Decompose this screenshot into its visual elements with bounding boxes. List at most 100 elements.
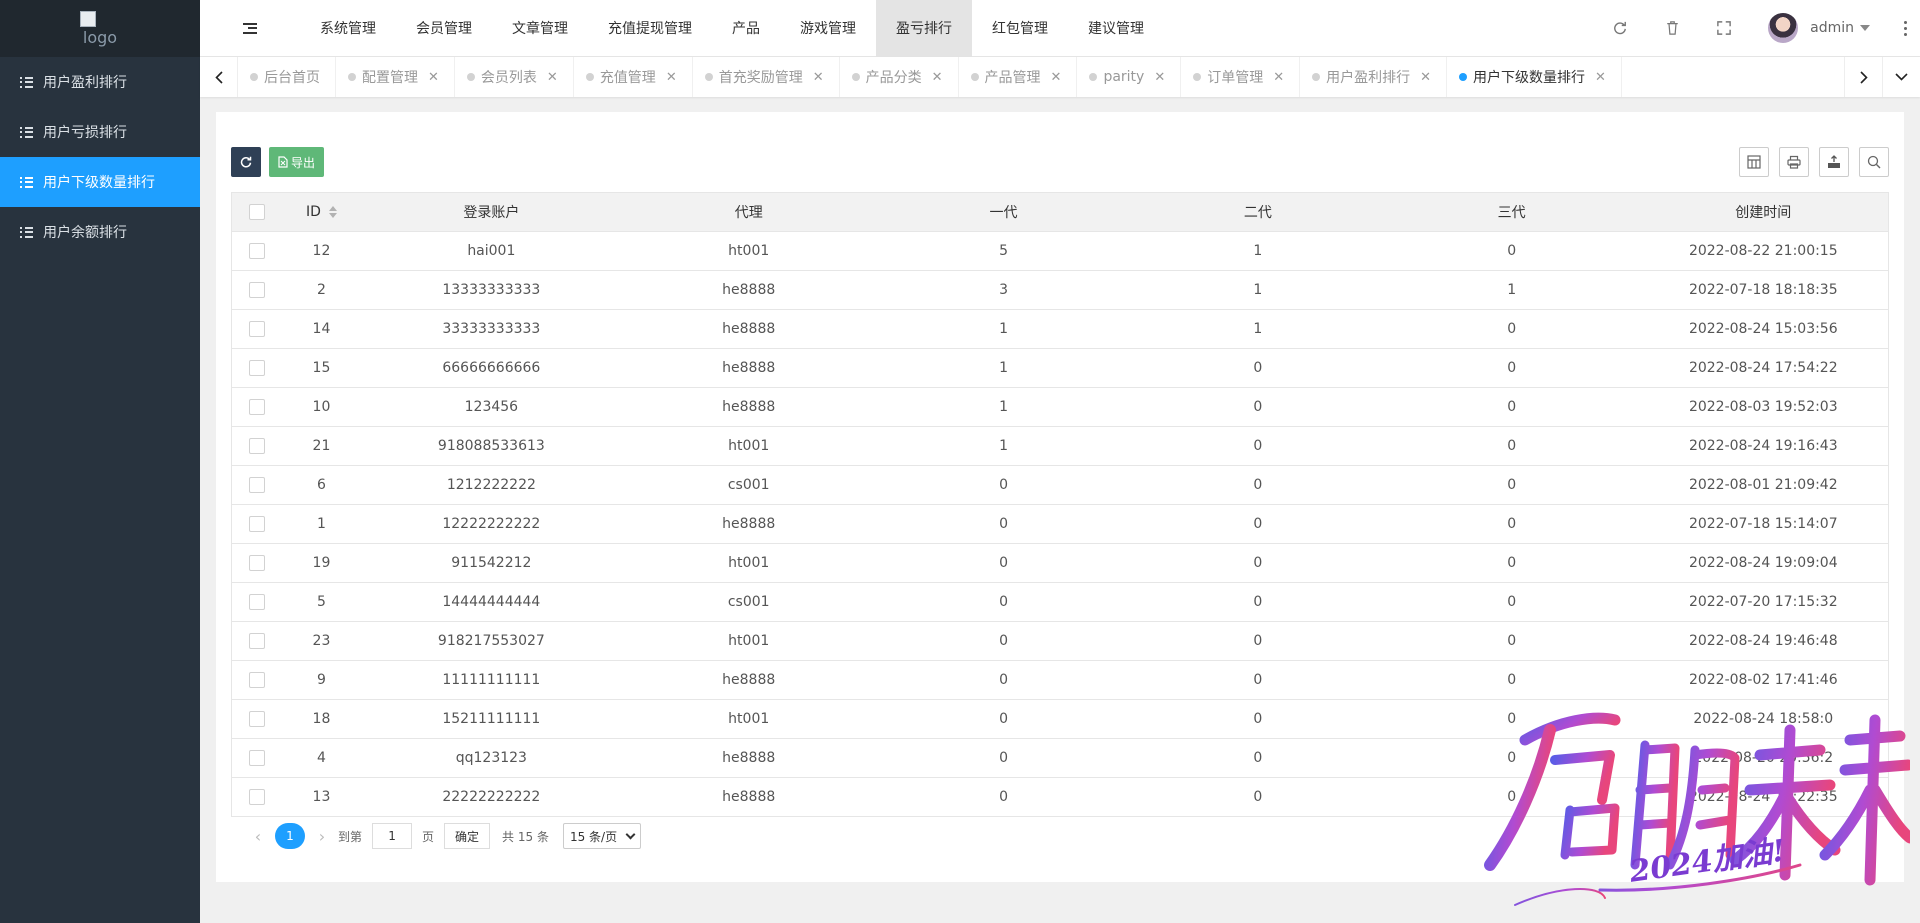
sidebar-item-1[interactable]: 用户盈利排行 <box>0 57 200 107</box>
export-icon[interactable] <box>1819 147 1849 177</box>
user-menu[interactable]: admin <box>1750 13 1890 43</box>
table-row[interactable]: 13 22222222222 he8888 0 0 0 2022-08-24 15:22:3… <box>231 777 1889 817</box>
tab-9[interactable]: 订单管理 ✕ <box>1181 57 1301 97</box>
close-icon[interactable]: ✕ <box>428 70 439 85</box>
page-size-select[interactable]: 15 条/页 <box>562 823 642 849</box>
table-row[interactable]: 10 123456 he8888 1 0 0 2022-08-03 19:52:03 <box>231 387 1889 427</box>
nav-item[interactable]: 会员管理 <box>396 0 492 57</box>
row-checkbox[interactable] <box>248 360 265 376</box>
close-icon[interactable]: ✕ <box>547 70 558 85</box>
nav-item[interactable]: 文章管理 <box>492 0 588 57</box>
row-checkbox[interactable] <box>248 672 265 688</box>
goto-confirm-button[interactable]: 确定 <box>444 823 491 849</box>
print-icon[interactable] <box>1779 147 1809 177</box>
sidebar-item-4[interactable]: 用户余额排行 <box>0 207 200 257</box>
table-cell: he8888 <box>621 270 877 310</box>
row-checkbox[interactable] <box>248 399 265 415</box>
close-icon[interactable]: ✕ <box>1595 70 1606 85</box>
tabs-scroll-left-icon[interactable] <box>200 57 238 97</box>
nav-item[interactable]: 充值提现管理 <box>588 0 712 57</box>
table-cell: 1 <box>876 426 1131 466</box>
row-checkbox[interactable] <box>248 438 265 454</box>
tab-4[interactable]: 充值管理 ✕ <box>574 57 693 97</box>
current-page[interactable]: 1 <box>275 823 305 849</box>
row-checkbox[interactable] <box>248 516 265 532</box>
row-checkbox[interactable] <box>248 282 265 298</box>
nav-item[interactable]: 游戏管理 <box>780 0 876 57</box>
tab-1[interactable]: 后台首页 <box>238 57 336 97</box>
close-icon[interactable]: ✕ <box>813 70 824 85</box>
tab-11[interactable]: 用户下级数量排行 ✕ <box>1447 57 1622 97</box>
prev-page-icon[interactable]: ‹ <box>246 827 270 846</box>
goto-page-input[interactable] <box>372 823 413 849</box>
close-icon[interactable]: ✕ <box>1420 70 1431 85</box>
row-checkbox[interactable] <box>248 789 265 805</box>
tab-dot-icon <box>585 73 594 81</box>
sidebar-item-3[interactable]: 用户下级数量排行 <box>0 157 200 207</box>
table-row[interactable]: 23 918217553027 ht001 0 0 0 2022-08-24 19:46:4… <box>231 621 1889 661</box>
next-page-icon[interactable]: › <box>310 827 334 846</box>
refresh-icon[interactable] <box>1594 0 1646 57</box>
tab-10[interactable]: 用户盈利排行 ✕ <box>1300 57 1448 97</box>
table-cell: 1 <box>1130 231 1385 271</box>
row-checkbox[interactable] <box>248 750 265 766</box>
select-all-checkbox[interactable] <box>248 204 265 220</box>
table-cell: ht001 <box>621 699 877 739</box>
tab-7[interactable]: 产品管理 ✕ <box>959 57 1078 97</box>
table-tools <box>1739 147 1889 177</box>
table-row[interactable]: 19 911542212 ht001 0 0 0 2022-08-24 19:09:04 <box>231 543 1889 583</box>
row-checkbox[interactable] <box>248 594 265 610</box>
table-row[interactable]: 18 15211111111 ht001 0 0 0 2022-08-24 18:58:0 <box>231 699 1889 739</box>
tab-3[interactable]: 会员列表 ✕ <box>455 57 574 97</box>
nav-item[interactable]: 红包管理 <box>972 0 1068 57</box>
close-icon[interactable]: ✕ <box>1154 70 1165 85</box>
row-checkbox[interactable] <box>248 711 265 727</box>
table-refresh-button[interactable] <box>231 147 261 177</box>
table-row[interactable]: 21 918088533613 ht001 1 0 0 2022-08-24 19:16:4… <box>231 426 1889 466</box>
nav-item[interactable]: 产品 <box>712 0 780 57</box>
nav-item[interactable]: 系统管理 <box>300 0 396 57</box>
nav-item[interactable]: 盈亏排行 <box>876 0 972 57</box>
row-select-cell <box>231 660 282 700</box>
fullscreen-icon[interactable] <box>1698 0 1750 57</box>
table-row[interactable]: 6 1212222222 cs001 0 0 0 2022-08-01 21:09:42 <box>231 465 1889 505</box>
trash-icon[interactable] <box>1646 0 1698 57</box>
table-row[interactable]: 1 12222222222 he8888 0 0 0 2022-07-18 15:14:07 <box>231 504 1889 544</box>
table-cell: 2022-08-01 21:09:42 <box>1638 465 1889 505</box>
table-row[interactable]: 2 13333333333 he8888 3 1 1 2022-07-18 18:18:35 <box>231 270 1889 310</box>
tab-2[interactable]: 配置管理 ✕ <box>336 57 455 97</box>
close-icon[interactable]: ✕ <box>1051 70 1062 85</box>
table-cell: 2022-08-03 19:52:03 <box>1638 387 1889 427</box>
sort-icon[interactable] <box>328 206 337 218</box>
tab-6[interactable]: 产品分类 ✕ <box>840 57 959 97</box>
columns-icon[interactable] <box>1739 147 1769 177</box>
table-row[interactable]: 14 33333333333 he8888 1 1 0 2022-08-24 15:03:5… <box>231 309 1889 349</box>
tab-5[interactable]: 首充奖励管理 ✕ <box>693 57 840 97</box>
export-button[interactable]: 导出 <box>269 147 325 177</box>
tabs-scroll-right-icon[interactable] <box>1844 57 1882 97</box>
sidebar-toggle-button[interactable] <box>200 0 300 57</box>
more-vertical-icon[interactable] <box>1890 0 1920 57</box>
row-checkbox[interactable] <box>248 321 265 337</box>
table-row[interactable]: 15 66666666666 he8888 1 0 0 2022-08-24 17:54:2… <box>231 348 1889 388</box>
close-icon[interactable]: ✕ <box>1273 70 1284 85</box>
row-checkbox[interactable] <box>248 555 265 571</box>
table-row[interactable]: 12 hai001 ht001 5 1 0 2022-08-22 21:00:15 <box>231 231 1889 271</box>
tab-8[interactable]: parity ✕ <box>1077 57 1182 97</box>
table-row[interactable]: 4 qq123123 he8888 0 0 0 2022-08-20 20:56:2 <box>231 738 1889 778</box>
column-header[interactable]: ID <box>281 192 362 232</box>
close-icon[interactable]: ✕ <box>666 70 677 85</box>
nav-item[interactable]: 建议管理 <box>1068 0 1164 57</box>
table-cell: 0 <box>1384 543 1639 583</box>
search-icon[interactable] <box>1859 147 1889 177</box>
table-row[interactable]: 5 14444444444 cs001 0 0 0 2022-07-20 17:15:32 <box>231 582 1889 622</box>
tab-dot-icon <box>1312 73 1321 81</box>
sidebar-item-2[interactable]: 用户亏损排行 <box>0 107 200 157</box>
tabs-dropdown-icon[interactable] <box>1882 57 1920 97</box>
table-row[interactable]: 9 11111111111 he8888 0 0 0 2022-08-02 17:41:46 <box>231 660 1889 700</box>
row-checkbox[interactable] <box>248 243 265 259</box>
close-icon[interactable]: ✕ <box>932 70 943 85</box>
row-checkbox[interactable] <box>248 633 265 649</box>
table-cell: 0 <box>876 465 1131 505</box>
row-checkbox[interactable] <box>248 477 265 493</box>
